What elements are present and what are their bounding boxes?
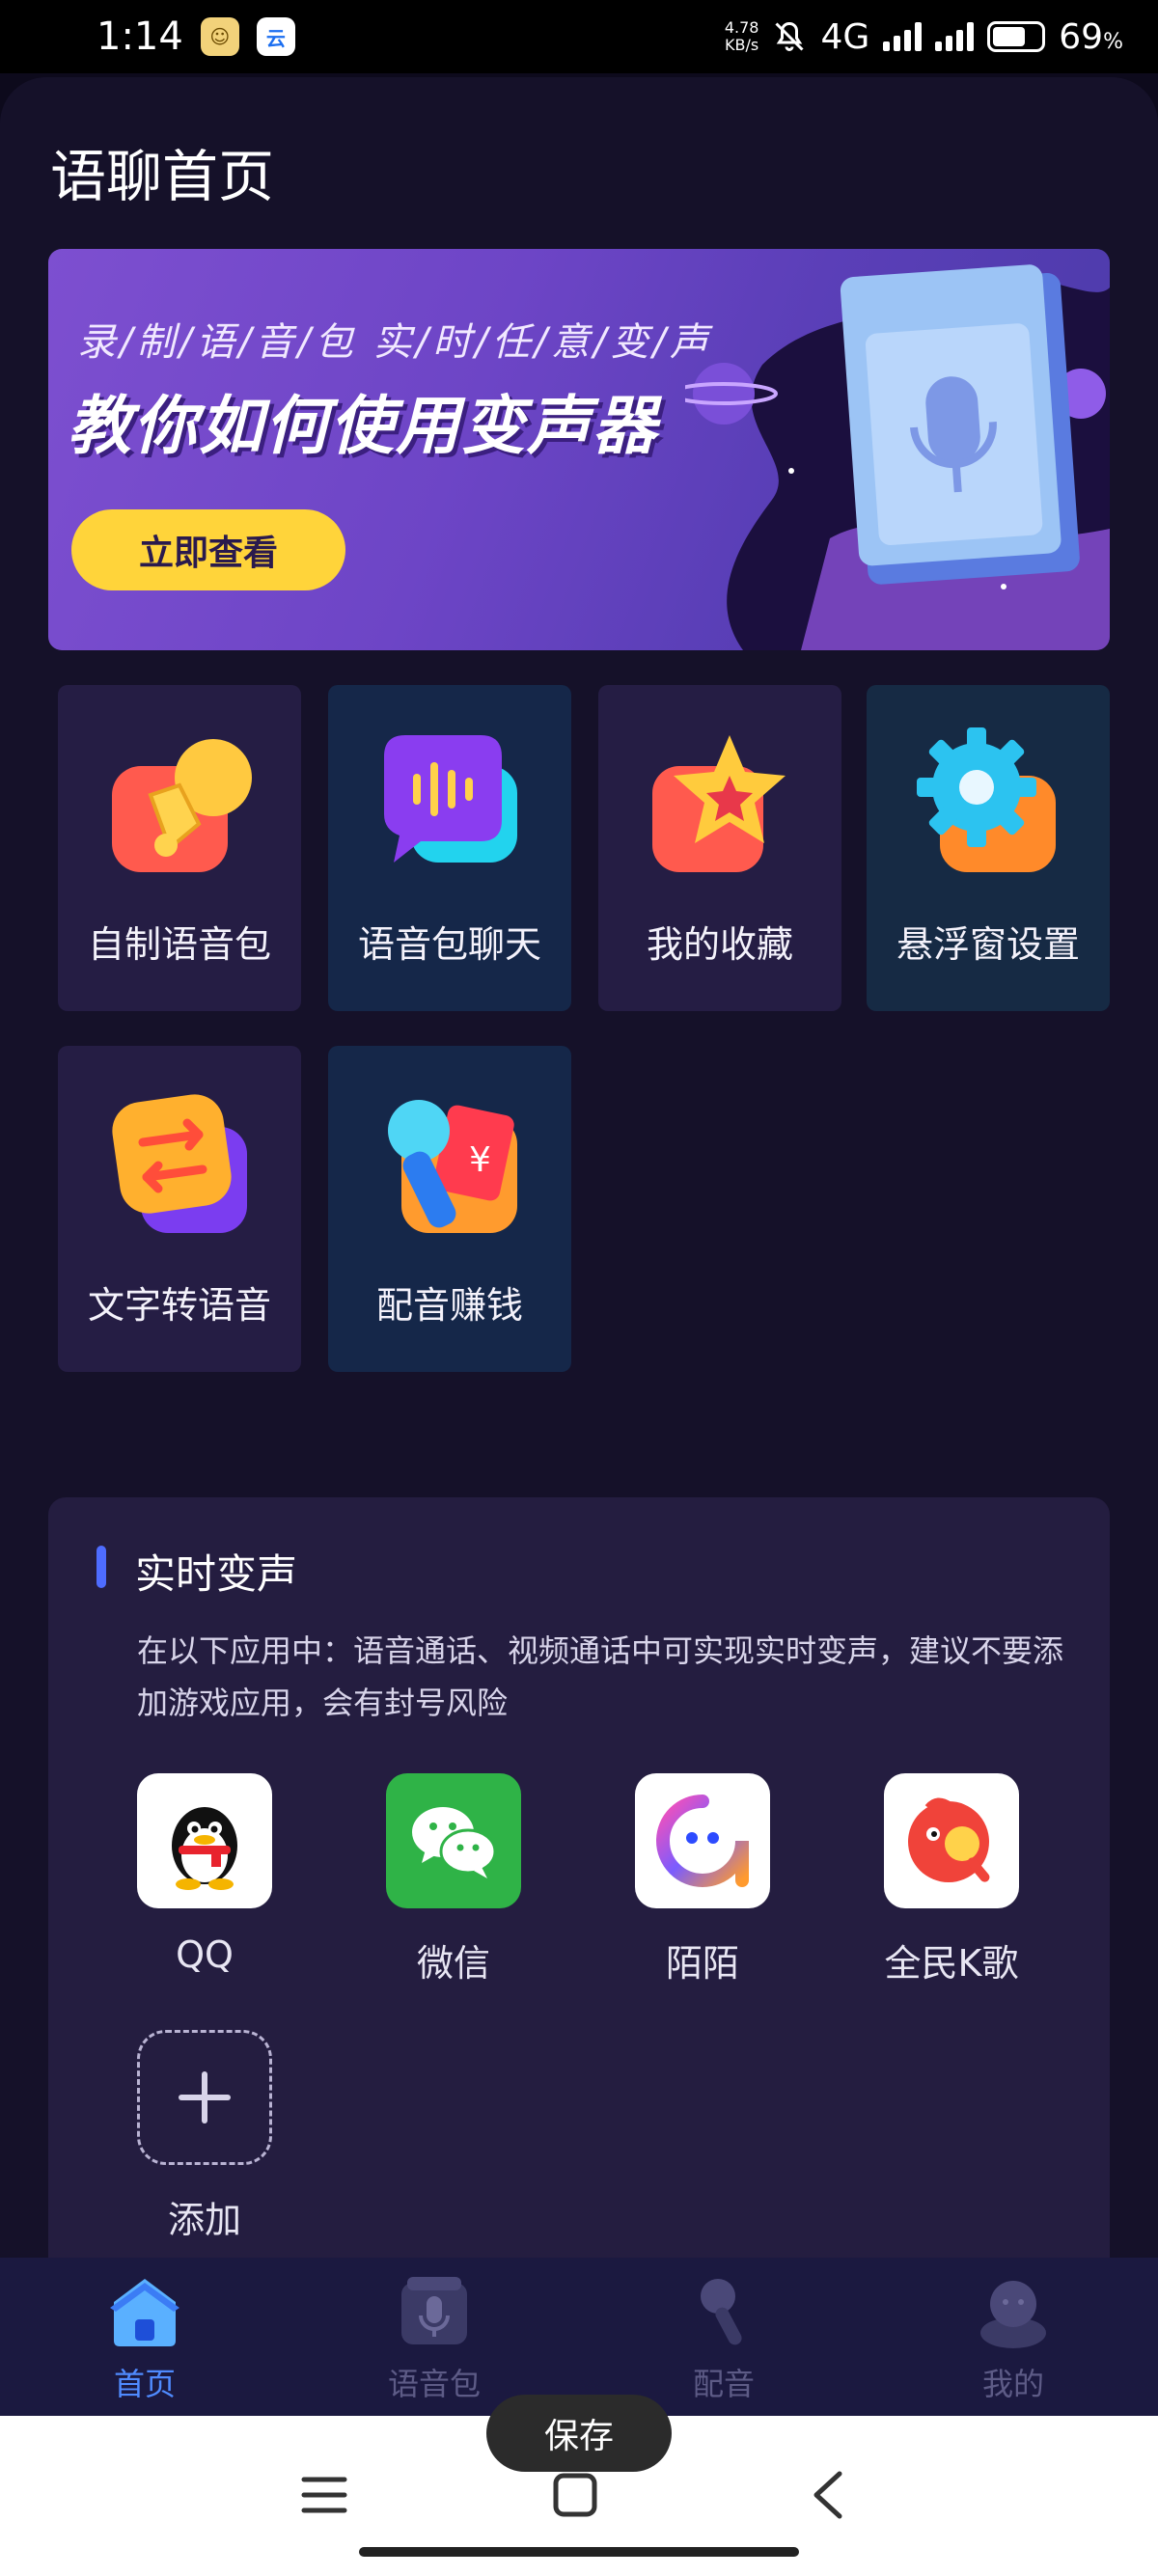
add-app-button[interactable]: 添加 (127, 2030, 282, 2243)
view-now-button[interactable]: 立即查看 (71, 509, 345, 590)
feature-custom-voice-pack[interactable]: 自制语音包 (58, 685, 301, 1011)
notification-app-icon: 云 (256, 17, 295, 56)
section-description: 在以下应用中：语音通话、视频通话中可实现实时变声，建议不要添加游戏应用，会有封号… (137, 1632, 1064, 1721)
app-name: 陌陌 (665, 1942, 739, 1985)
save-toast: 保存 (486, 2395, 672, 2472)
app-momo[interactable]: 陌陌 (625, 1773, 780, 1987)
feature-my-favorites[interactable]: 我的收藏 (598, 685, 841, 1011)
home-icon (110, 2279, 179, 2346)
signal-icon (935, 22, 975, 51)
home-screen: 语聊首页 录/制/语/音/包 实/时/任/意/变/声 教你如何使用变声器 立即查… (0, 77, 1158, 2385)
wechat-icon (386, 1773, 521, 1908)
tile-label: 自制语音包 (87, 923, 271, 966)
page-title: 语聊首页 (50, 144, 275, 209)
status-right: 4.78 KB/s 4G 69% (725, 17, 1123, 57)
feature-text-to-speech[interactable]: 文字转语音 (58, 1046, 301, 1372)
app-name: QQ (176, 1933, 234, 1976)
karaoke-icon (884, 1773, 1019, 1908)
nav-voice-pack[interactable]: 语音包 (290, 2258, 579, 2404)
signal-icon (883, 22, 923, 51)
tile-label: 文字转语音 (87, 1284, 271, 1327)
status-left: 1:14 ☺ 云 (96, 14, 295, 59)
feature-floating-window-settings[interactable]: 悬浮窗设置 (867, 685, 1110, 1011)
voice-chat-icon (384, 735, 517, 863)
tile-label: 我的收藏 (646, 923, 793, 966)
voice-pack-icon (401, 2277, 467, 2344)
nav-home[interactable]: 首页 (0, 2258, 290, 2404)
bottom-navigation: 首页 语音包 配音 我的 (0, 2258, 1158, 2416)
menu-icon[interactable] (286, 2456, 363, 2534)
banner-subtitle: 录/制/语/音/包 实/时/任/意/变/声 (77, 320, 713, 365)
nav-label: 首页 (113, 2366, 176, 2402)
profile-icon (980, 2281, 1046, 2348)
network-type: 4G (820, 16, 870, 57)
mute-bell-icon (775, 21, 805, 51)
notification-app-icon: ☺ (200, 17, 239, 56)
feature-dubbing-earn-money[interactable]: ¥ 配音赚钱 (328, 1046, 571, 1372)
app-qq[interactable]: QQ (127, 1773, 282, 1976)
add-label: 添加 (167, 2199, 241, 2241)
microphone-icon (701, 2279, 742, 2345)
app-name: 微信 (416, 1942, 490, 1985)
bell-icon (112, 739, 252, 872)
qq-icon (137, 1773, 272, 1908)
nav-dubbing[interactable]: 配音 (579, 2258, 868, 2404)
svg-text:¥: ¥ (469, 1140, 491, 1180)
app-national-karaoke[interactable]: 全民K歌 (874, 1773, 1029, 1987)
book-microphone-illustration (685, 264, 1110, 650)
battery-icon (987, 21, 1046, 52)
battery-percent: 69% (1059, 16, 1123, 57)
gear-icon (917, 727, 1056, 872)
network-speed: 4.78 KB/s (725, 19, 759, 54)
nav-label: 配音 (692, 2366, 755, 2402)
tile-label: 语音包聊天 (357, 923, 541, 966)
plus-icon (137, 2030, 272, 2165)
nav-label: 我的 (981, 2366, 1044, 2402)
tutorial-banner[interactable]: 录/制/语/音/包 实/时/任/意/变/声 教你如何使用变声器 立即查看 (48, 249, 1110, 650)
tile-label: 悬浮窗设置 (896, 923, 1080, 966)
section-title: 实时变声 (135, 1550, 298, 1598)
app-name: 全民K歌 (884, 1942, 1019, 1985)
feature-voice-pack-chat[interactable]: 语音包聊天 (328, 685, 571, 1011)
status-time: 1:14 (96, 14, 183, 59)
momo-icon (635, 1773, 770, 1908)
banner-title: 教你如何使用变声器 (68, 389, 658, 463)
back-icon[interactable] (789, 2456, 867, 2534)
network-speed-value: 4.78 (724, 18, 759, 37)
text-to-speech-icon (112, 1094, 247, 1233)
gesture-home-bar[interactable] (359, 2547, 799, 2557)
microphone-money-icon: ¥ (388, 1100, 517, 1233)
status-bar: 1:14 ☺ 云 4.78 KB/s 4G 69% (0, 0, 1158, 73)
realtime-voice-change-card: 实时变声 在以下应用中：语音通话、视频通话中可实现实时变声，建议不要添加游戏应用… (48, 1497, 1110, 2385)
nav-profile[interactable]: 我的 (868, 2258, 1158, 2404)
network-speed-unit: KB/s (725, 36, 759, 54)
app-wechat[interactable]: 微信 (376, 1773, 531, 1987)
section-accent-bar (96, 1546, 106, 1588)
nav-label: 语音包 (387, 2366, 481, 2402)
star-icon (652, 735, 786, 872)
tile-label: 配音赚钱 (375, 1284, 523, 1327)
